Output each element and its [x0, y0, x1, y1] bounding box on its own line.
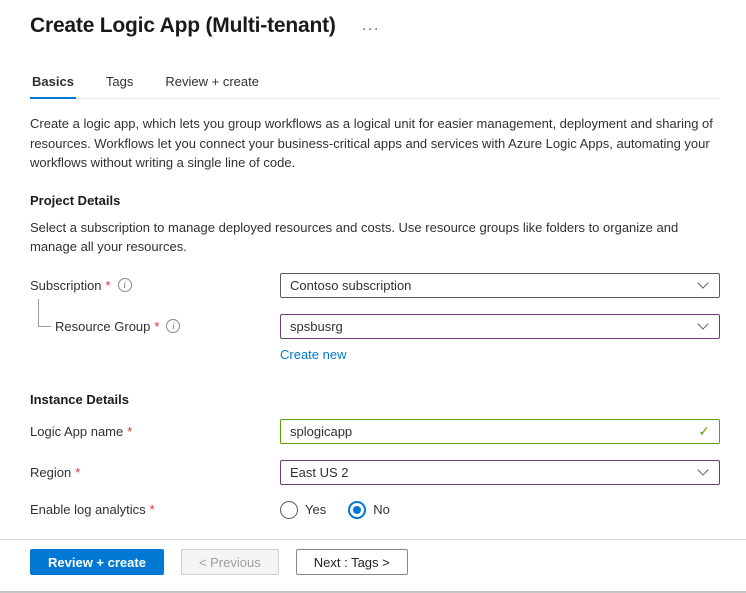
- resource-group-label-group: Resource Group * i: [30, 319, 280, 334]
- blade-content: Create Logic App (Multi-tenant) ··· Basi…: [0, 0, 746, 519]
- required-marker: *: [150, 502, 155, 517]
- info-icon[interactable]: i: [118, 278, 132, 292]
- log-analytics-label-group: Enable log analytics *: [30, 502, 280, 517]
- radio-yes-circle-icon: [280, 501, 298, 519]
- resource-group-value: spsbusrg: [290, 319, 343, 334]
- subscription-value: Contoso subscription: [290, 278, 411, 293]
- tab-review-create[interactable]: Review + create: [163, 74, 261, 99]
- create-new-row: Create new: [280, 346, 720, 364]
- valid-check-icon: ✓: [698, 423, 710, 440]
- logic-app-name-label: Logic App name: [30, 424, 123, 439]
- review-create-button[interactable]: Review + create: [30, 549, 164, 575]
- next-tags-button[interactable]: Next : Tags >: [296, 549, 408, 575]
- required-marker: *: [154, 319, 159, 334]
- chevron-down-icon: [697, 318, 708, 329]
- radio-yes-label: Yes: [305, 502, 326, 517]
- required-marker: *: [106, 278, 111, 293]
- chevron-down-icon: [697, 464, 708, 475]
- create-new-link[interactable]: Create new: [280, 347, 346, 362]
- log-analytics-row: Enable log analytics * Yes No: [30, 501, 720, 519]
- log-analytics-radio-group: Yes No: [280, 501, 412, 519]
- intro-text: Create a logic app, which lets you group…: [30, 114, 720, 173]
- project-details-heading: Project Details: [30, 193, 720, 208]
- more-menu-icon[interactable]: ···: [362, 15, 380, 37]
- blade-footer: Review + create < Previous Next : Tags >: [0, 539, 746, 593]
- required-marker: *: [75, 465, 80, 480]
- region-value: East US 2: [290, 465, 349, 480]
- tab-basics[interactable]: Basics: [30, 74, 76, 99]
- radio-no-circle-icon: [348, 501, 366, 519]
- logic-app-name-field: ✓: [280, 419, 720, 444]
- blade-header: Create Logic App (Multi-tenant) ···: [30, 14, 720, 38]
- radio-yes[interactable]: Yes: [280, 501, 326, 519]
- subscription-label: Subscription: [30, 278, 102, 293]
- region-dropdown[interactable]: East US 2: [280, 460, 720, 485]
- subscription-label-group: Subscription * i: [30, 278, 280, 293]
- region-row: Region * East US 2: [30, 460, 720, 485]
- info-icon[interactable]: i: [166, 319, 180, 333]
- logic-app-name-row: Logic App name * ✓: [30, 419, 720, 444]
- region-label: Region: [30, 465, 71, 480]
- radio-no[interactable]: No: [348, 501, 390, 519]
- logic-app-name-label-group: Logic App name *: [30, 424, 280, 439]
- page-title: Create Logic App (Multi-tenant): [30, 14, 336, 38]
- chevron-down-icon: [697, 277, 708, 288]
- instance-details-heading: Instance Details: [30, 392, 720, 407]
- subscription-row: Subscription * i Contoso subscription: [30, 273, 720, 298]
- required-marker: *: [127, 424, 132, 439]
- resource-group-row: Resource Group * i spsbusrg: [30, 314, 720, 339]
- subscription-dropdown[interactable]: Contoso subscription: [280, 273, 720, 298]
- tab-tags[interactable]: Tags: [104, 74, 135, 99]
- radio-no-label: No: [373, 502, 390, 517]
- resource-group-label: Resource Group: [55, 319, 150, 334]
- resource-group-dropdown[interactable]: spsbusrg: [280, 314, 720, 339]
- log-analytics-label: Enable log analytics: [30, 502, 146, 517]
- project-details-description: Select a subscription to manage deployed…: [30, 218, 720, 257]
- region-label-group: Region *: [30, 465, 280, 480]
- tab-strip: Basics Tags Review + create: [30, 74, 720, 99]
- tree-connector-line: [38, 299, 51, 327]
- logic-app-name-input[interactable]: [290, 424, 690, 439]
- previous-button[interactable]: < Previous: [181, 549, 279, 575]
- create-logic-app-blade: Create Logic App (Multi-tenant) ··· Basi…: [0, 0, 746, 593]
